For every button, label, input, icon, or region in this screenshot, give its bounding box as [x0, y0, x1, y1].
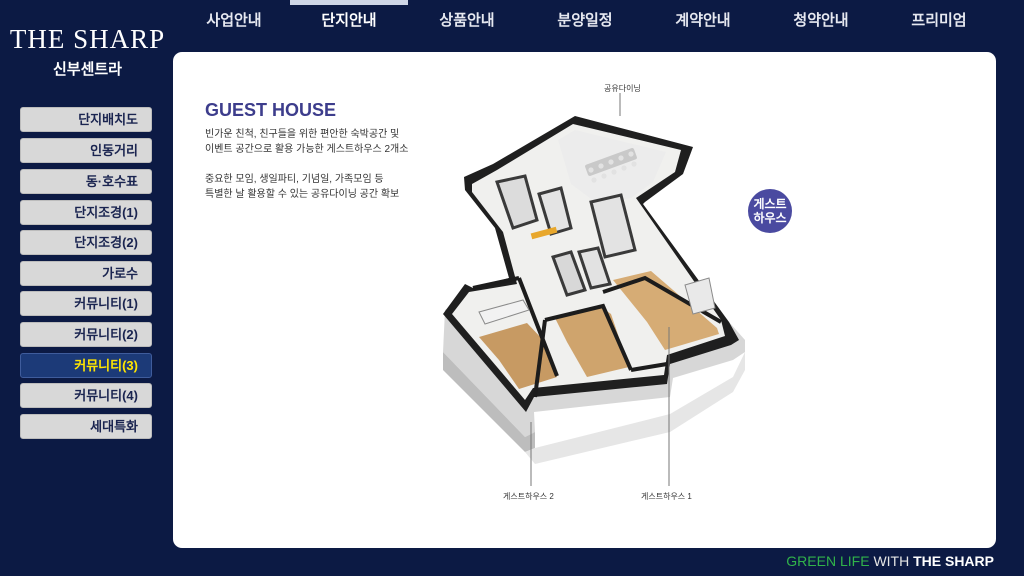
footer-green-life: GREEN LIFE: [786, 553, 870, 569]
sidebar-item-site-plan[interactable]: 단지배치도: [20, 107, 152, 132]
sidebar-item-building-distance[interactable]: 인동거리: [20, 138, 152, 163]
logo-subtitle: 신부센트라: [52, 61, 122, 78]
nav-item-contract[interactable]: 계약안내: [644, 0, 762, 44]
logo-brand: THE SHARP: [9, 24, 166, 54]
nav-item-complex[interactable]: 단지안내: [290, 0, 408, 44]
sidebar-item-street-trees[interactable]: 가로수: [20, 261, 152, 286]
nav-item-premium[interactable]: 프리미엄: [880, 0, 998, 44]
footer-slogan: GREEN LIFE WITH THE SHARP: [786, 553, 994, 569]
nav-item-schedule[interactable]: 분양일정: [526, 0, 644, 44]
badge-line-1: 게스트: [753, 197, 787, 211]
footer-brand: THE SHARP: [913, 553, 994, 569]
sidebar-item-community-2[interactable]: 커뮤니티(2): [20, 322, 152, 347]
floor-plan-illustration: [443, 93, 745, 486]
content-panel: GUEST HOUSE 빈가운 친척, 친구들을 위한 편안한 숙박공간 및 이…: [173, 52, 996, 548]
footer-with: WITH: [873, 553, 910, 569]
nav-item-product[interactable]: 상품안내: [408, 0, 526, 44]
sidebar-item-community-3[interactable]: 커뮤니티(3): [20, 353, 152, 378]
guest-house-badge: 게스트 하우스: [748, 189, 792, 233]
sidebar-item-community-1[interactable]: 커뮤니티(1): [20, 291, 152, 316]
sidebar-item-unit-special[interactable]: 세대특화: [20, 414, 152, 439]
badge-line-2: 하우스: [753, 211, 787, 225]
label-guest-house-2: 게스트하우스 2: [503, 492, 554, 501]
label-shared-dining: 공유다이닝: [604, 84, 641, 93]
nav-item-business[interactable]: 사업안내: [175, 0, 293, 44]
label-guest-house-1: 게스트하우스 1: [641, 492, 692, 501]
sidebar-item-unit-table[interactable]: 동·호수표: [20, 169, 152, 194]
sidebar-item-landscape-2[interactable]: 단지조경(2): [20, 230, 152, 255]
nav-item-subscription[interactable]: 청약안내: [762, 0, 880, 44]
top-navigation: 사업안내 단지안내 상품안내 분양일정 계약안내 청약안내 프리미엄: [175, 0, 1024, 50]
sidebar-item-community-4[interactable]: 커뮤니티(4): [20, 383, 152, 408]
sidebar-item-landscape-1[interactable]: 단지조경(1): [20, 200, 152, 225]
